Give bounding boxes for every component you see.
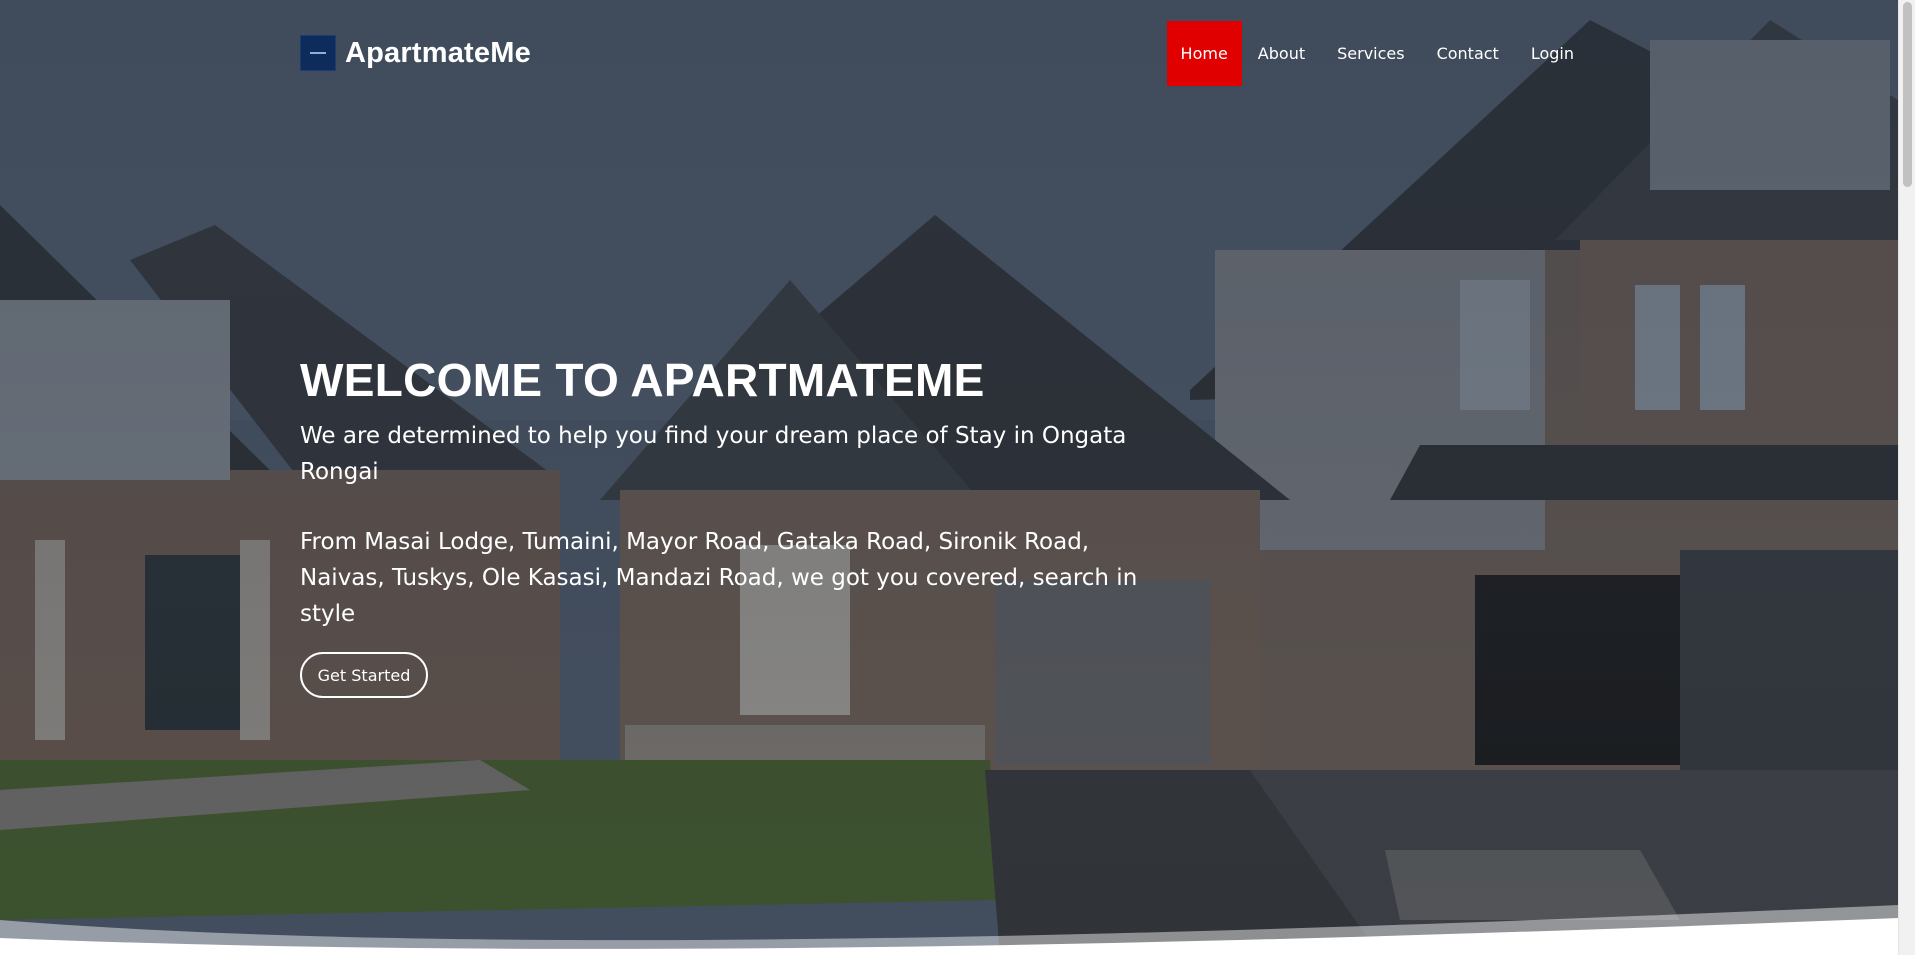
nav-item-login[interactable]: Login	[1515, 21, 1590, 86]
page: ApartmateMe Home About Services Contact …	[0, 0, 1915, 955]
get-started-button[interactable]: Get Started	[300, 652, 428, 698]
apartment-logo-icon[interactable]	[300, 35, 336, 71]
brand[interactable]: ApartmateMe	[300, 35, 531, 71]
main-nav: Home About Services Contact Login	[1166, 21, 1590, 86]
hero-content: WELCOME TO APARTMATEME We are determined…	[300, 352, 1180, 698]
hero-title: WELCOME TO APARTMATEME	[300, 354, 985, 406]
nav-item-about[interactable]: About	[1242, 21, 1321, 86]
nav-item-contact[interactable]: Contact	[1421, 21, 1515, 86]
hero-description: From Masai Lodge, Tumaini, Mayor Road, G…	[300, 529, 1138, 627]
navbar: ApartmateMe Home About Services Contact …	[300, 21, 1590, 86]
hero-bottom-wave	[0, 905, 1898, 955]
brand-name[interactable]: ApartmateMe	[345, 37, 531, 70]
nav-item-home[interactable]: Home	[1166, 21, 1242, 86]
scrollbar-thumb[interactable]	[1903, 2, 1912, 187]
page-scrollbar[interactable]	[1898, 0, 1915, 955]
nav-item-services[interactable]: Services	[1321, 21, 1420, 86]
hero-subtitle: We are determined to help you find your …	[300, 423, 1127, 485]
